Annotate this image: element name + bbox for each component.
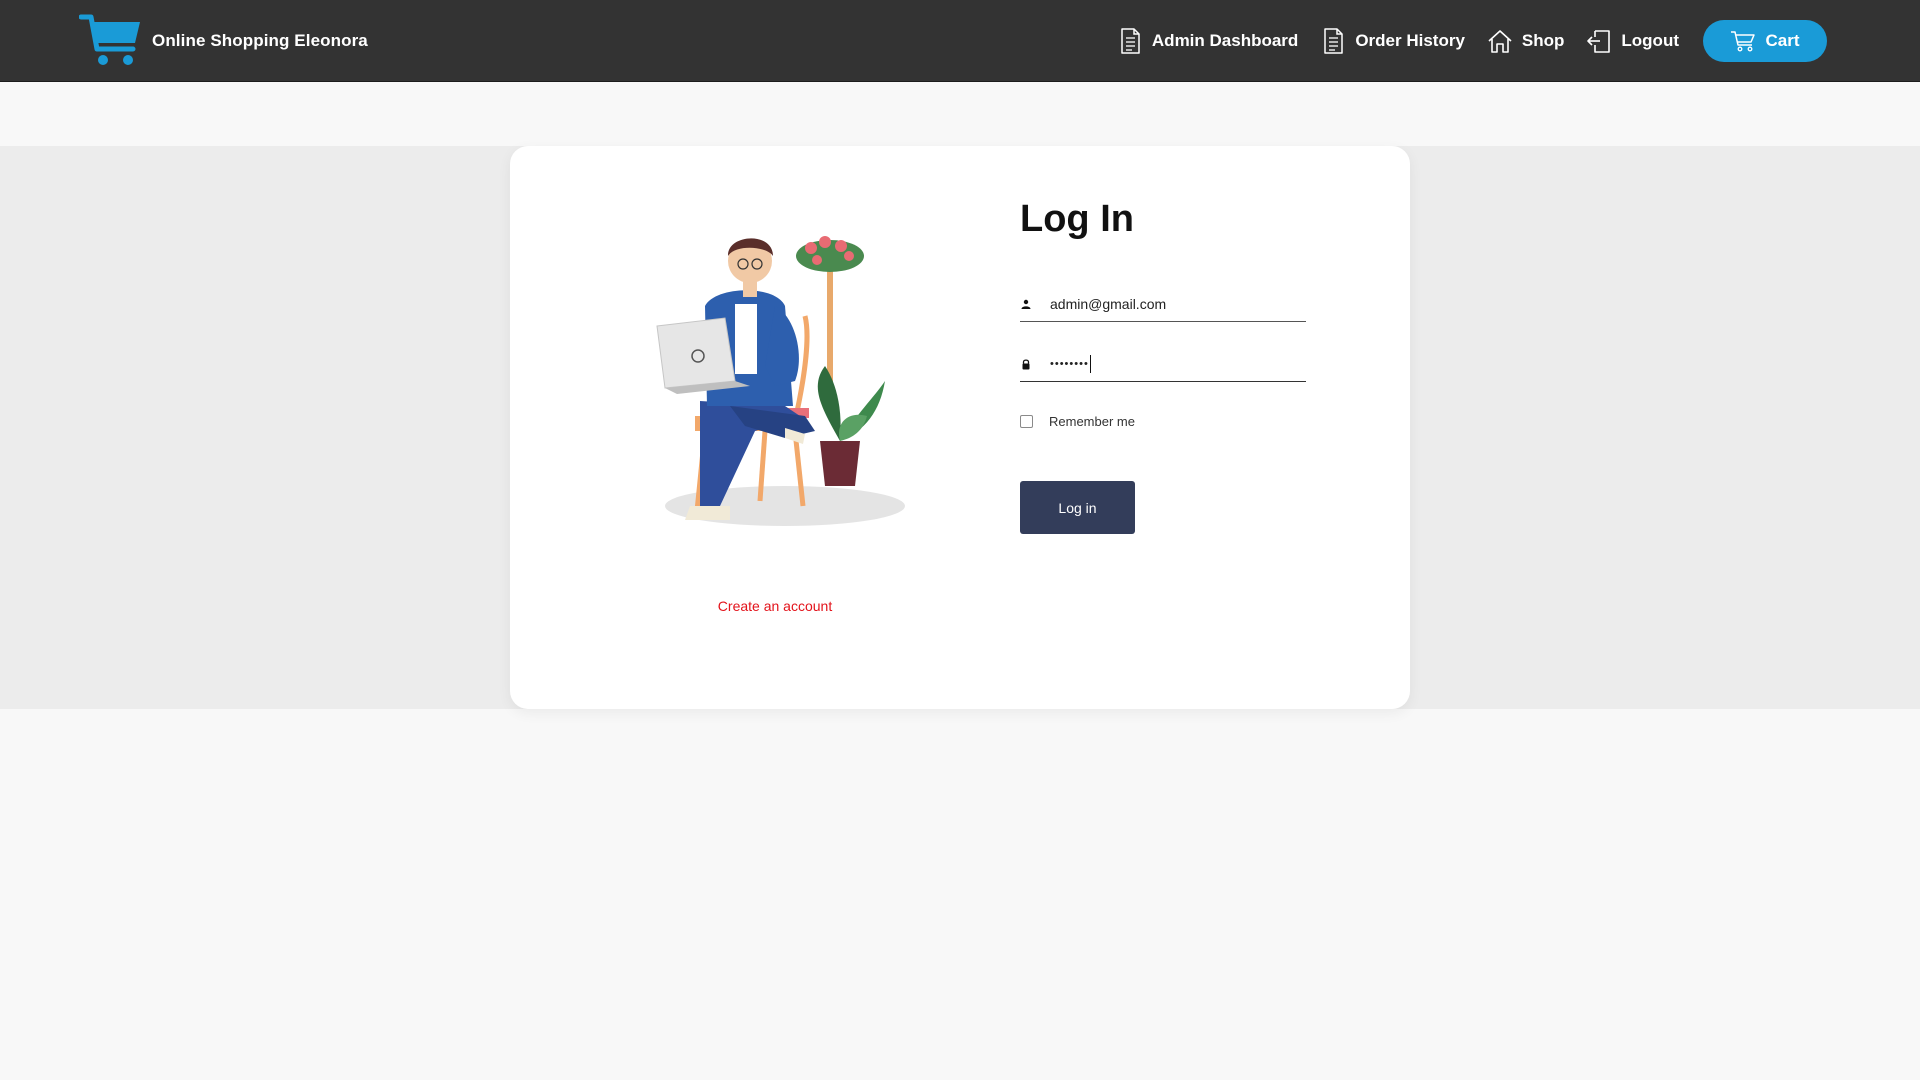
nav-shop[interactable]: Shop (1487, 27, 1565, 55)
document-icon (1121, 28, 1140, 54)
password-input[interactable] (1050, 351, 1090, 376)
password-field (1020, 346, 1306, 382)
cart-icon (1731, 31, 1756, 52)
email-input[interactable] (1050, 291, 1290, 316)
remember-me-label: Remember me (1049, 414, 1135, 429)
login-button[interactable]: Log in (1020, 481, 1135, 534)
person-with-laptop-illustration (656, 236, 905, 526)
lock-icon (1022, 358, 1030, 369)
cart-button[interactable]: Cart (1703, 20, 1827, 62)
shopping-cart-icon (79, 14, 140, 65)
nav-shop-label: Shop (1521, 31, 1565, 50)
document-icon (1324, 28, 1344, 54)
nav-logout-label: Logout (1621, 31, 1679, 50)
create-account-link[interactable]: Create an account (510, 598, 1040, 614)
logout-icon (1587, 30, 1611, 53)
brand-name: Online Shopping Eleonora (152, 31, 368, 50)
brand-link[interactable]: Online Shopping Eleonora (79, 13, 368, 69)
email-field (1020, 286, 1306, 322)
nav-admin-dashboard[interactable]: Admin Dashboard (1117, 27, 1298, 55)
remember-me-row: Remember me (1020, 414, 1135, 429)
login-card: Create an account Log In Remember me Log… (510, 146, 1410, 709)
user-icon (1021, 299, 1031, 309)
cart-label: Cart (1765, 31, 1800, 50)
nav-logout[interactable]: Logout (1586, 27, 1679, 55)
text-caret (1090, 354, 1091, 373)
page-title: Log In (1020, 198, 1134, 240)
home-icon (1488, 30, 1512, 53)
nav-admin-dashboard-label: Admin Dashboard (1151, 31, 1299, 50)
nav-order-history[interactable]: Order History (1320, 27, 1465, 55)
top-navbar: Online Shopping Eleonora Admin Dashboard (0, 0, 1920, 82)
remember-me-checkbox[interactable] (1020, 415, 1033, 428)
nav-links: Admin Dashboard Order History Shop Logou… (1117, 20, 1827, 62)
nav-order-history-label: Order History (1355, 31, 1465, 50)
